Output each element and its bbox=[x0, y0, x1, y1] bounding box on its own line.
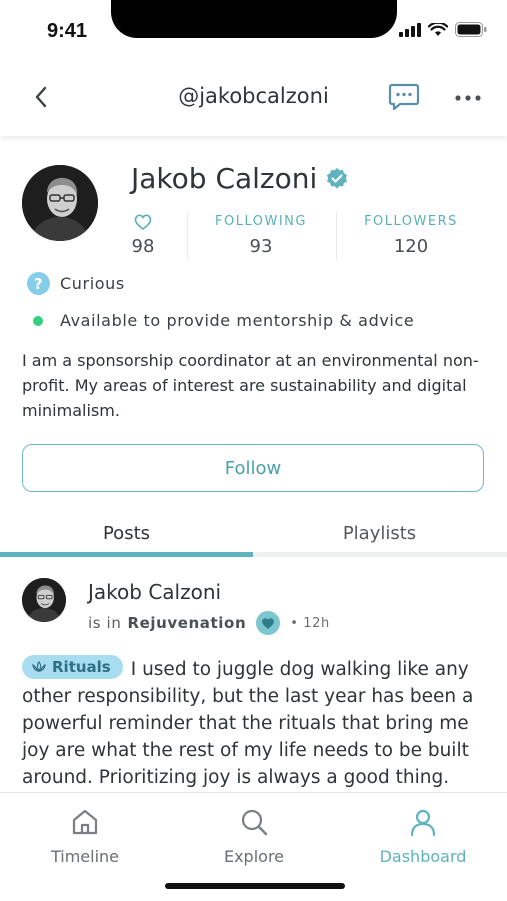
more-options-button[interactable] bbox=[452, 88, 484, 108]
available-dot-icon bbox=[33, 315, 43, 326]
search-icon bbox=[241, 809, 268, 836]
likes-stat-icon-wrap bbox=[103, 214, 183, 232]
stat-divider bbox=[336, 212, 337, 260]
follow-button[interactable]: Follow bbox=[22, 444, 484, 492]
device-notch bbox=[111, 0, 397, 38]
following-label: FOLLOWING bbox=[215, 214, 307, 229]
question-mark-icon: ? bbox=[27, 272, 50, 295]
mood-row: ? Curious bbox=[27, 272, 125, 295]
post-timestamp: • 12h bbox=[290, 615, 330, 631]
profile-handle: @jakobcalzoni bbox=[178, 84, 329, 108]
post-body: Rituals I used to juggle dog walking lik… bbox=[22, 655, 488, 791]
mood-text: Curious bbox=[60, 274, 125, 293]
ritual-tag[interactable]: Rituals bbox=[22, 655, 123, 679]
post-meta: is in Rejuvenation • 12h bbox=[88, 611, 330, 635]
tab-posts[interactable]: Posts bbox=[0, 523, 253, 544]
more-dots-icon bbox=[455, 95, 481, 101]
nav-timeline-label: Timeline bbox=[50, 847, 120, 866]
verified-badge-icon bbox=[327, 167, 348, 188]
status-time: 9:41 bbox=[47, 20, 88, 42]
home-icon bbox=[72, 809, 98, 835]
availability-text: Available to provide mentorship & advice bbox=[60, 311, 415, 330]
nav-explore[interactable]: Explore bbox=[184, 807, 324, 866]
post-in-prefix: is in bbox=[88, 614, 122, 632]
profile-name: Jakob Calzoni bbox=[131, 162, 349, 195]
followers-stat[interactable]: FOLLOWERS 120 bbox=[346, 214, 476, 257]
profile-name-text: Jakob Calzoni bbox=[131, 162, 318, 195]
following-count: 93 bbox=[249, 236, 273, 257]
followers-count: 120 bbox=[393, 236, 429, 257]
profile-bio: I am a sponsorship coordinator at an env… bbox=[22, 351, 479, 420]
following-stat[interactable]: FOLLOWING 93 bbox=[196, 214, 326, 257]
profile-header: @jakobcalzoni bbox=[0, 58, 507, 136]
battery-icon bbox=[455, 22, 487, 37]
avatar-portrait-icon bbox=[22, 165, 98, 241]
nav-explore-label: Explore bbox=[223, 847, 285, 866]
post-community[interactable]: Rejuvenation bbox=[127, 614, 246, 632]
avatar-portrait-icon bbox=[22, 578, 66, 622]
tab-active-indicator bbox=[0, 552, 253, 557]
cellular-signal-icon bbox=[399, 22, 421, 37]
chat-bubble-icon bbox=[388, 83, 420, 111]
ritual-tag-label: Rituals bbox=[52, 658, 111, 676]
nav-dashboard-label: Dashboard bbox=[379, 847, 467, 866]
likes-stat[interactable]: 98 bbox=[103, 214, 183, 257]
post-author-name[interactable]: Jakob Calzoni bbox=[88, 580, 221, 604]
followers-label: FOLLOWERS bbox=[364, 214, 458, 229]
availability-row: Available to provide mentorship & advice bbox=[27, 311, 414, 330]
message-button[interactable] bbox=[388, 82, 420, 112]
user-icon bbox=[410, 809, 436, 837]
home-indicator bbox=[165, 883, 345, 889]
likes-count: 98 bbox=[131, 236, 155, 257]
community-heart-icon bbox=[256, 611, 281, 635]
wifi-icon bbox=[428, 22, 448, 36]
tab-playlists[interactable]: Playlists bbox=[253, 523, 506, 544]
stat-divider bbox=[187, 212, 188, 260]
nav-dashboard[interactable]: Dashboard bbox=[353, 807, 493, 866]
status-icons bbox=[399, 22, 487, 37]
post-author-avatar[interactable] bbox=[22, 578, 66, 622]
heart-outline-icon bbox=[134, 214, 152, 231]
lotus-icon bbox=[32, 661, 46, 673]
nav-timeline[interactable]: Timeline bbox=[15, 807, 155, 866]
profile-avatar bbox=[22, 165, 98, 241]
